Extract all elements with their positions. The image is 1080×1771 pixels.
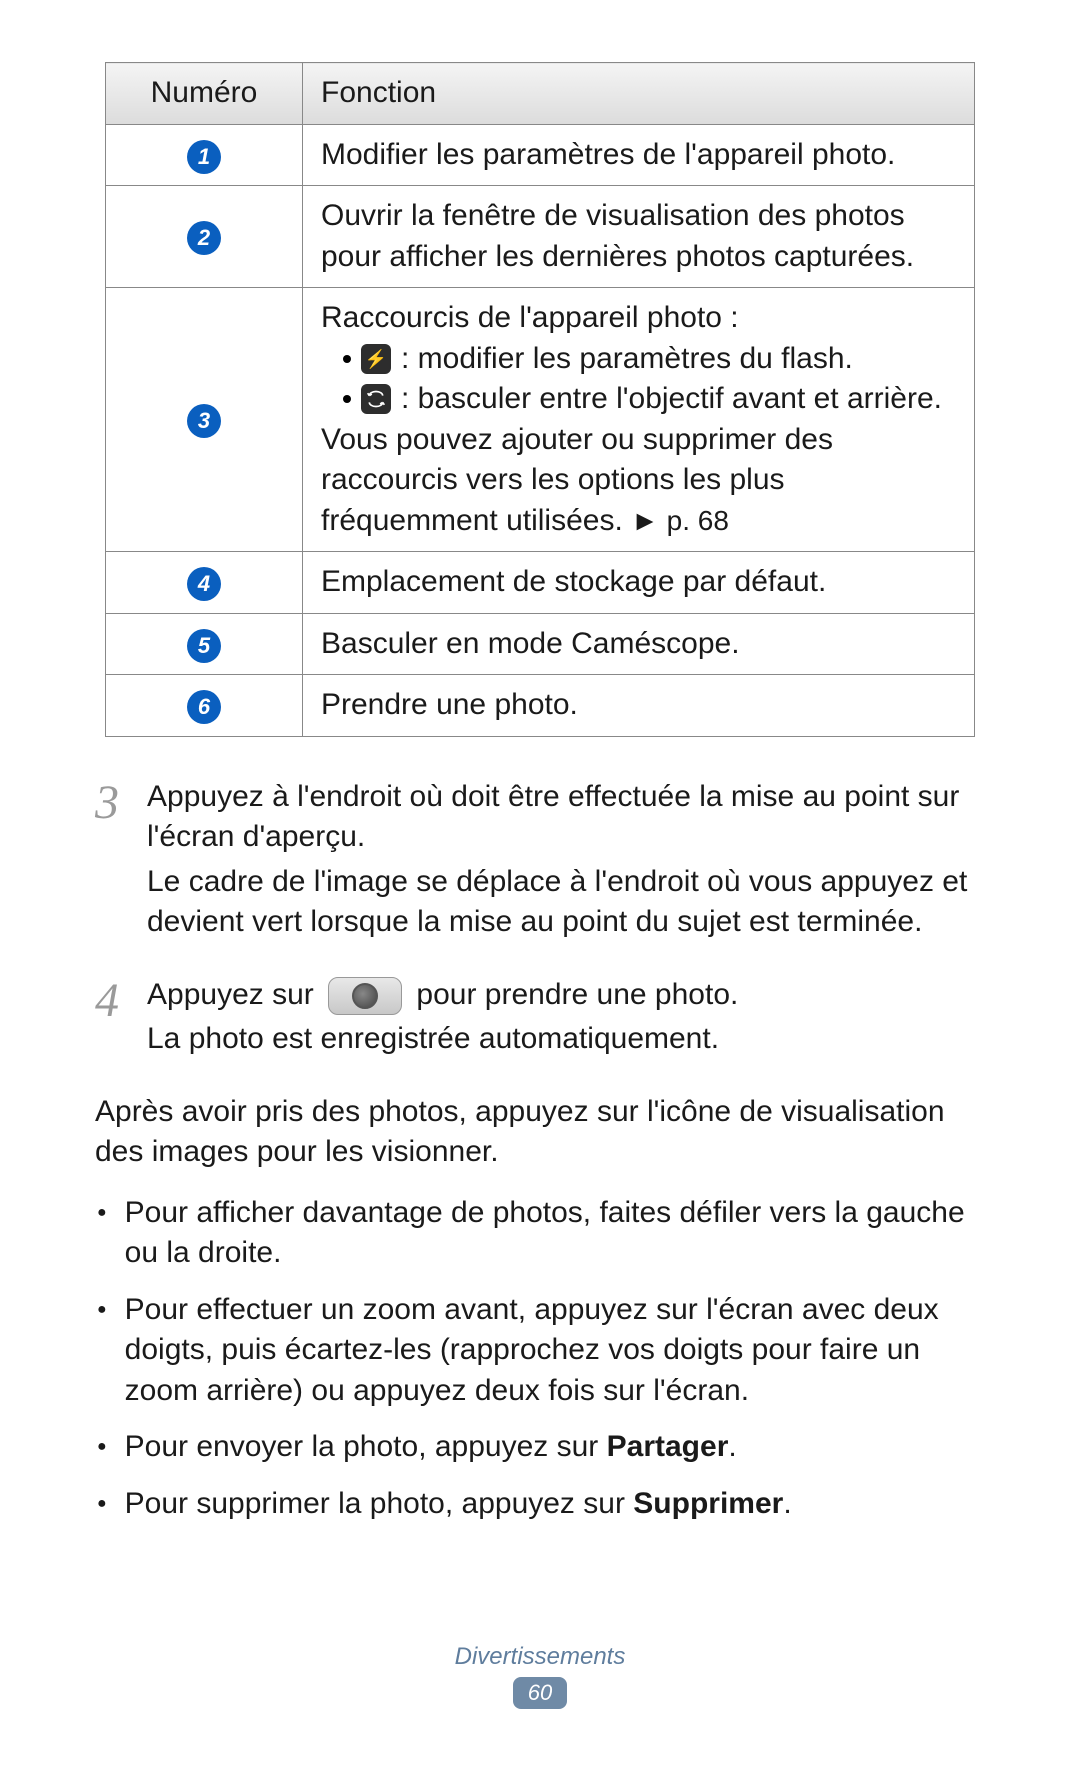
- row-3-switch-text: : basculer entre l'objectif avant et arr…: [401, 379, 942, 420]
- bullet-icon: [343, 395, 351, 403]
- step-3: 3 Appuyez à l'endroit où doit être effec…: [95, 777, 985, 947]
- step-3-p1: Appuyez à l'endroit où doit être effectu…: [147, 777, 985, 858]
- table-header-row: Numéro Fonction: [106, 63, 975, 125]
- badge-4: 4: [187, 567, 221, 601]
- tip-4c: .: [783, 1487, 791, 1520]
- badge-5: 5: [187, 629, 221, 663]
- steps-block: 3 Appuyez à l'endroit où doit être effec…: [95, 777, 985, 1064]
- row-3-tail-text: Vous pouvez ajouter ou supprimer des rac…: [321, 423, 833, 537]
- table-row: 6 Prendre une photo.: [106, 675, 975, 737]
- page-number: 60: [513, 1677, 567, 1709]
- table-row: 5 Basculer en mode Caméscope.: [106, 613, 975, 675]
- page-footer: Divertissements 60: [0, 1643, 1080, 1709]
- tip-3: Pour envoyer la photo, appuyez sur Parta…: [125, 1427, 985, 1468]
- tip-3a: Pour envoyer la photo, appuyez sur: [125, 1430, 607, 1463]
- tip-4-bold: Supprimer: [633, 1487, 783, 1520]
- badge-6: 6: [187, 690, 221, 724]
- tips-list: Pour afficher davantage de photos, faite…: [95, 1193, 985, 1525]
- bullet-icon: [343, 355, 351, 363]
- table-row: 1 Modifier les paramètres de l'appareil …: [106, 124, 975, 186]
- list-item: Pour envoyer la photo, appuyez sur Parta…: [95, 1427, 985, 1468]
- tip-4: Pour supprimer la photo, appuyez sur Sup…: [125, 1484, 985, 1525]
- step-4-p2: La photo est enregistrée automatiquement…: [147, 1019, 985, 1060]
- switch-camera-icon: [361, 384, 391, 414]
- table-row: 2 Ouvrir la fenêtre de visualisation des…: [106, 186, 975, 288]
- badge-2: 2: [187, 221, 221, 255]
- camera-shutter-icon: [328, 977, 402, 1015]
- after-lead: Après avoir pris des photos, appuyez sur…: [95, 1092, 985, 1173]
- badge-3: 3: [187, 404, 221, 438]
- table-row: 3 Raccourcis de l'appareil photo : : mod…: [106, 288, 975, 552]
- row-3-tail: Vous pouvez ajouter ou supprimer des rac…: [321, 420, 956, 542]
- badge-1: 1: [187, 140, 221, 174]
- header-function: Fonction: [303, 63, 975, 125]
- flash-icon: [361, 344, 391, 374]
- step-number: 3: [95, 777, 147, 947]
- tip-3-bold: Partager: [607, 1430, 729, 1463]
- row-3-intro: Raccourcis de l'appareil photo :: [321, 298, 956, 339]
- row-3-flash-line: : modifier les paramètres du flash.: [343, 339, 956, 380]
- row-1-desc: Modifier les paramètres de l'appareil ph…: [303, 124, 975, 186]
- step-4-p1b: pour prendre une photo.: [408, 978, 738, 1011]
- list-item: Pour effectuer un zoom avant, appuyez su…: [95, 1290, 985, 1412]
- table-row: 4 Emplacement de stockage par défaut.: [106, 552, 975, 614]
- row-3-switch-line: : basculer entre l'objectif avant et arr…: [343, 379, 956, 420]
- step-3-body: Appuyez à l'endroit où doit être effectu…: [147, 777, 985, 947]
- footer-section-name: Divertissements: [0, 1643, 1080, 1671]
- step-4-body: Appuyez sur pour prendre une photo. La p…: [147, 975, 985, 1064]
- function-table: Numéro Fonction 1 Modifier les paramètre…: [105, 62, 975, 737]
- after-block: Après avoir pris des photos, appuyez sur…: [95, 1092, 985, 1525]
- manual-page: Numéro Fonction 1 Modifier les paramètre…: [0, 0, 1080, 1771]
- step-number: 4: [95, 975, 147, 1064]
- list-item: Pour afficher davantage de photos, faite…: [95, 1193, 985, 1274]
- step-4: 4 Appuyez sur pour prendre une photo. La…: [95, 975, 985, 1064]
- tip-3c: .: [728, 1430, 736, 1463]
- step-4-p1: Appuyez sur pour prendre une photo.: [147, 975, 985, 1016]
- row-5-desc: Basculer en mode Caméscope.: [303, 613, 975, 675]
- page-ref: ► p. 68: [631, 505, 729, 536]
- header-number: Numéro: [106, 63, 303, 125]
- row-3-flash-text: : modifier les paramètres du flash.: [401, 339, 853, 380]
- step-4-p1a: Appuyez sur: [147, 978, 322, 1011]
- step-3-p2: Le cadre de l'image se déplace à l'endro…: [147, 862, 985, 943]
- row-4-desc: Emplacement de stockage par défaut.: [303, 552, 975, 614]
- list-item: Pour supprimer la photo, appuyez sur Sup…: [95, 1484, 985, 1525]
- row-6-desc: Prendre une photo.: [303, 675, 975, 737]
- tip-2: Pour effectuer un zoom avant, appuyez su…: [125, 1290, 985, 1412]
- row-3-desc: Raccourcis de l'appareil photo : : modif…: [303, 288, 975, 552]
- tip-4a: Pour supprimer la photo, appuyez sur: [125, 1487, 634, 1520]
- tip-1: Pour afficher davantage de photos, faite…: [125, 1193, 985, 1274]
- row-2-desc: Ouvrir la fenêtre de visualisation des p…: [303, 186, 975, 288]
